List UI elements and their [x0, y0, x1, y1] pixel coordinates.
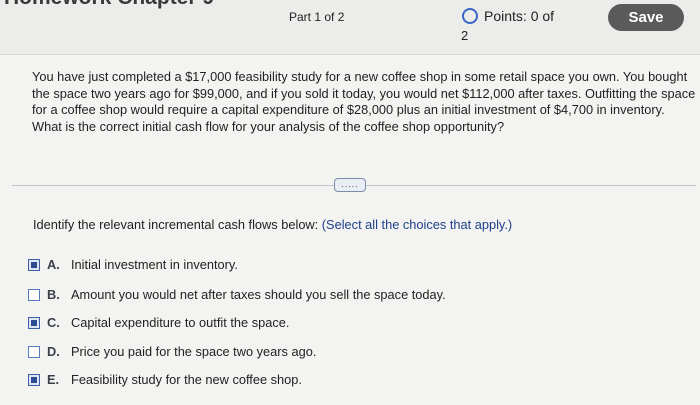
choice-e[interactable]: E. Feasibility study for the new coffee … — [28, 372, 302, 387]
question-text: You have just completed a $17,000 feasib… — [32, 69, 696, 134]
choice-letter: D. — [47, 344, 60, 359]
choice-text: Amount you would net after taxes should … — [71, 287, 446, 302]
checkbox-d[interactable] — [28, 345, 40, 358]
header-bar: Homework Chapter 9 Part 1 of 2 Points: 0… — [0, 0, 700, 55]
checkbox-c[interactable] — [28, 316, 40, 329]
choice-text: Price you paid for the space two years a… — [71, 344, 317, 359]
points-total: 2 — [461, 28, 469, 43]
choice-b[interactable]: B. Amount you would net after taxes shou… — [28, 287, 446, 302]
points-indicator: Points: 0 of — [462, 8, 554, 24]
choice-text: Initial investment in inventory. — [71, 257, 238, 272]
points-label: Points: 0 of — [484, 8, 555, 24]
choice-letter: E. — [47, 372, 60, 387]
choice-text: Capital expenditure to outfit the space. — [71, 315, 290, 330]
choice-c[interactable]: C. Capital expenditure to outfit the spa… — [28, 315, 289, 330]
chapter-title: Homework Chapter 9 — [4, 0, 214, 10]
choice-d[interactable]: D. Price you paid for the space two year… — [28, 344, 316, 359]
choice-letter: B. — [47, 287, 60, 302]
checkbox-b[interactable] — [28, 288, 40, 301]
instruction-hint: (Select all the choices that apply.) — [321, 217, 513, 232]
choice-letter: A. — [47, 257, 60, 272]
choice-text: Feasibility study for the new coffee sho… — [71, 372, 302, 387]
choice-a[interactable]: A. Initial investment in inventory. — [28, 257, 238, 272]
instruction-text: Identify the relevant incremental cash f… — [33, 217, 512, 232]
choice-letter: C. — [47, 315, 60, 330]
points-circle-icon — [462, 8, 478, 24]
instruction-label: Identify the relevant incremental cash f… — [33, 217, 322, 232]
save-button[interactable]: Save — [608, 4, 684, 31]
more-details-button[interactable]: ..... — [334, 178, 366, 192]
checkbox-e[interactable] — [28, 373, 40, 386]
part-indicator: Part 1 of 2 — [289, 10, 345, 24]
checkbox-a[interactable] — [28, 258, 40, 271]
